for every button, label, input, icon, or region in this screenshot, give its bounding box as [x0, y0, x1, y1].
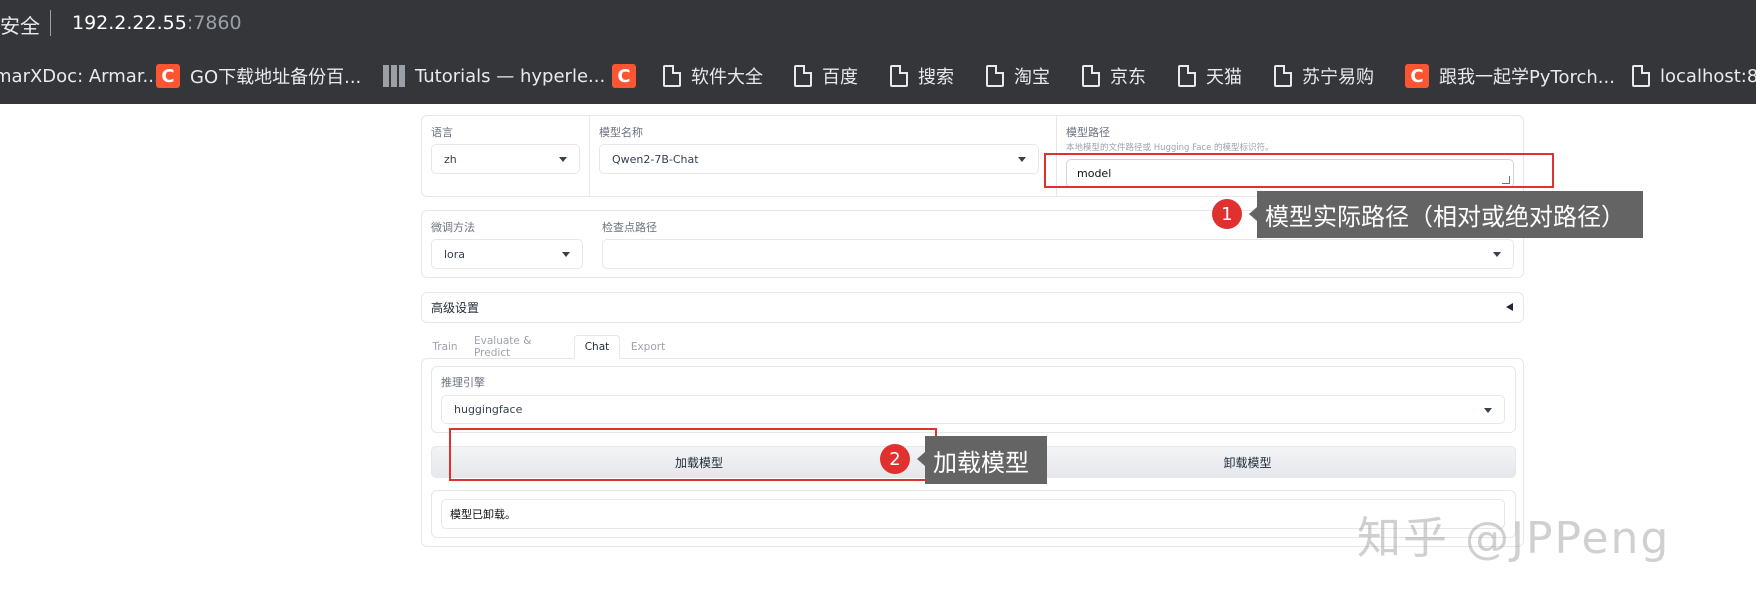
tab-chat[interactable]: Chat: [574, 335, 620, 359]
annotation-callout-2: 加载模型: [925, 436, 1047, 484]
unload-model-button-label: 卸载模型: [1223, 455, 1272, 470]
page-icon: [663, 65, 681, 87]
badge-number: 2: [889, 448, 901, 470]
model-path-hint: 本地模型的文件路径或 Hugging Face 的模型标识符。: [1066, 143, 1274, 153]
language-select[interactable]: zh: [431, 144, 580, 174]
finetune-method-select[interactable]: lora: [431, 239, 583, 269]
bookmark-label: marXDoc: Armar...: [0, 65, 160, 87]
callout-pointer: [917, 452, 925, 466]
bookmark-label: 软件大全: [691, 67, 763, 88]
status-text: 模型已卸载。: [450, 508, 516, 521]
checkpoint-path-select[interactable]: [602, 239, 1514, 269]
page-icon: [1632, 65, 1650, 87]
page-icon: [986, 65, 1004, 87]
bookmark-pytorch[interactable]: C 跟我一起学PyTorch...: [1405, 62, 1615, 90]
chevron-down-icon: [559, 157, 567, 162]
language-value: zh: [444, 152, 457, 166]
bookmark-software[interactable]: 软件大全: [663, 62, 763, 90]
finetune-method-value: lora: [444, 247, 466, 261]
tab-label: Evaluate & Predict: [474, 335, 532, 359]
url-host: 192.2.22.55: [72, 12, 187, 34]
status-output[interactable]: 模型已卸载。: [441, 499, 1505, 529]
bookmark-label: 跟我一起学PyTorch...: [1439, 67, 1615, 88]
screenshot-root: 安全 192.2.22.55:7860 marXDoc: Armar... C …: [0, 0, 1756, 609]
bookmark-taobao[interactable]: 淘宝: [986, 62, 1050, 90]
inference-engine-value: huggingface: [454, 403, 523, 416]
finetune-method-label: 微调方法: [431, 221, 475, 234]
bookmark-baidu[interactable]: 百度: [794, 62, 858, 90]
browser-address-bar[interactable]: 安全 192.2.22.55:7860: [0, 0, 1756, 48]
bookmarks-bar: marXDoc: Armar... C GO下载地址备份百... Tutoria…: [0, 48, 1756, 104]
callout-text: 模型实际路径（相对或绝对路径）: [1265, 203, 1625, 231]
bookmark-jd[interactable]: 京东: [1082, 62, 1146, 90]
annotation-callout-1: 模型实际路径（相对或绝对路径）: [1257, 191, 1643, 238]
csdn-icon: C: [156, 64, 180, 88]
chevron-down-icon: [1018, 157, 1026, 162]
tab-label: Export: [630, 341, 666, 353]
page-icon: [1082, 65, 1100, 87]
url-text[interactable]: 192.2.22.55:7860: [72, 12, 242, 34]
bookmark-suning[interactable]: 苏宁易购: [1274, 62, 1374, 90]
bookmark-localhost[interactable]: localhost:80: [1632, 62, 1756, 90]
column-divider: [589, 116, 590, 196]
bookmark-label: GO下载地址备份百...: [190, 67, 362, 88]
advanced-settings-title: 高级设置: [431, 301, 480, 315]
annotation-badge-2: 2: [880, 444, 910, 474]
chevron-down-icon: [562, 252, 570, 257]
bookmark-label: 淘宝: [1014, 67, 1050, 88]
bookmark-label: 京东: [1110, 67, 1146, 88]
tab-evaluate-predict[interactable]: Evaluate & Predict: [474, 335, 570, 359]
csdn-icon: C: [1405, 64, 1429, 88]
model-name-select[interactable]: Qwen2-7B-Chat: [599, 144, 1039, 174]
address-separator: [50, 10, 51, 36]
callout-text: 加载模型: [933, 448, 1029, 477]
inference-engine-select[interactable]: huggingface: [441, 395, 1505, 424]
security-label[interactable]: 安全: [0, 10, 40, 39]
model-path-label: 模型路径: [1066, 126, 1110, 139]
inference-engine-label: 推理引擎: [441, 376, 485, 389]
tab-label: Train: [432, 341, 458, 353]
bookmark-search[interactable]: 搜索: [890, 62, 954, 90]
bookmark-csdn[interactable]: C: [612, 62, 636, 90]
chevron-down-icon: [1484, 407, 1492, 413]
page-icon: [794, 65, 812, 87]
bookmark-tmall[interactable]: 天猫: [1178, 62, 1242, 90]
bookmark-label: 百度: [822, 67, 858, 88]
csdn-icon: C: [612, 64, 636, 88]
page-icon: [890, 65, 908, 87]
callout-pointer: [1249, 207, 1257, 221]
tab-train[interactable]: Train: [425, 336, 465, 358]
annotation-badge-1: 1: [1212, 199, 1242, 229]
advanced-settings-accordion[interactable]: [421, 292, 1524, 323]
tab-export[interactable]: Export: [627, 336, 669, 358]
badge-number: 1: [1221, 203, 1233, 225]
url-port: :7860: [186, 12, 242, 34]
model-name-label: 模型名称: [599, 126, 643, 139]
bookmark-label: Tutorials — hyperle...: [415, 65, 606, 87]
unload-model-button[interactable]: 卸载模型: [979, 446, 1516, 478]
tab-label: Chat: [584, 341, 610, 353]
bookmark-armarxdoc[interactable]: marXDoc: Armar...: [0, 62, 160, 90]
zhihu-watermark: 知乎 @JPPeng: [1357, 513, 1671, 564]
checkpoint-path-label: 检查点路径: [602, 221, 657, 234]
language-label: 语言: [431, 126, 453, 139]
page-icon: [1178, 65, 1196, 87]
bookmark-go-download[interactable]: C GO下载地址备份百...: [156, 62, 361, 90]
bookmark-tutorials[interactable]: Tutorials — hyperle...: [383, 62, 605, 90]
bookmark-label: 搜索: [918, 67, 954, 88]
annotation-highlight-load-button: [449, 428, 937, 481]
model-name-value: Qwen2-7B-Chat: [612, 152, 699, 166]
chevron-down-icon: [1493, 252, 1501, 257]
bookmark-label: 天猫: [1206, 67, 1242, 88]
bookmark-label: localhost:80: [1660, 65, 1756, 87]
collapse-arrow-icon[interactable]: [1506, 303, 1513, 311]
bookmark-label: 苏宁易购: [1302, 67, 1374, 88]
page-icon: [1274, 65, 1292, 87]
tutorials-icon: [383, 65, 405, 87]
annotation-highlight-model-path: [1044, 153, 1554, 188]
